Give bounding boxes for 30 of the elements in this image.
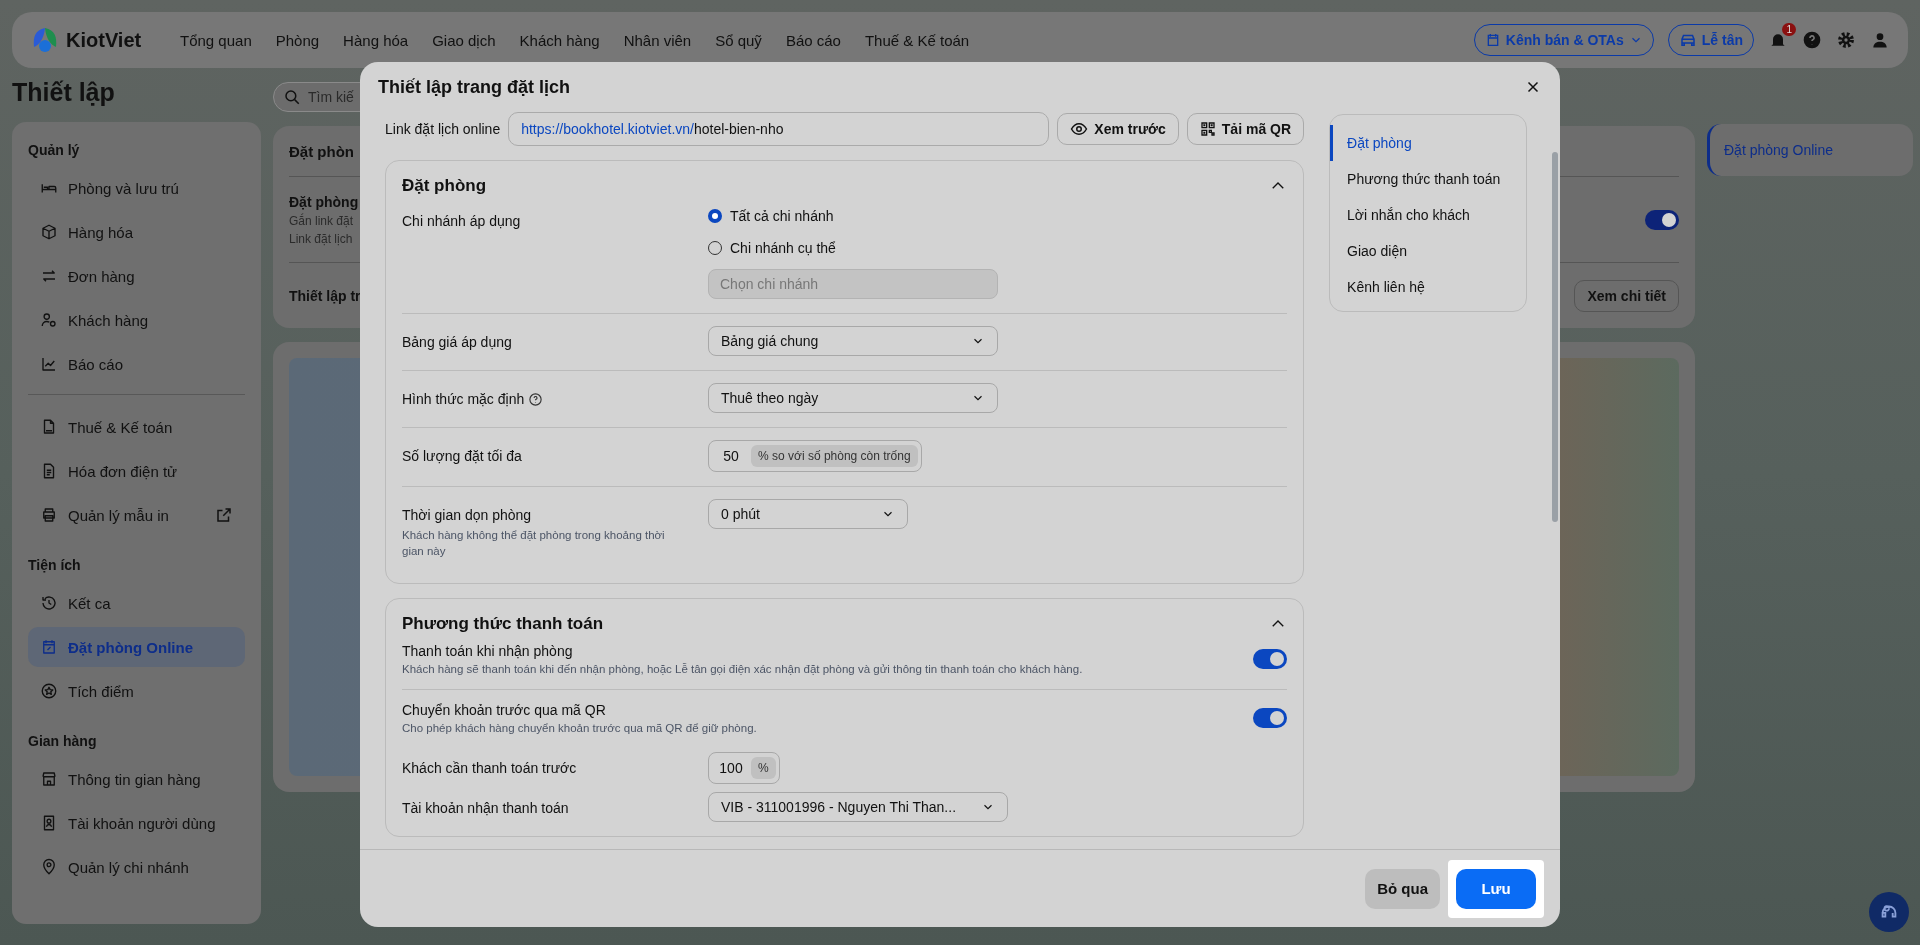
setting-title: Đặt phòng xyxy=(289,193,359,210)
setting-label: Hình thức mặc định xyxy=(402,391,525,407)
setting-label: Bảng giá áp dụng xyxy=(402,334,512,350)
sidebar-section-title: Quản lý xyxy=(28,142,81,158)
unit-label: % so với số phòng còn trống xyxy=(751,445,918,467)
brand-name: KiotViet xyxy=(66,28,142,52)
setting-label: Chuyển khoản trước qua mã QR xyxy=(402,702,607,719)
setting-label: Khách cần thanh toán trước xyxy=(402,760,577,777)
setting-label: Thời gian dọn phòng xyxy=(402,507,532,523)
card-title: Đặt phòn xyxy=(289,142,354,160)
setting-description: Khách hàng sẽ thanh toán khi đến nhận phòng, hoặc Lễ tân gọi điện xác nhận đặt phòng và gửi thông tin thanh toán cho khách hàng. xyxy=(402,663,1083,676)
setting-label: Thanh toán khi nhận phòng xyxy=(402,643,574,660)
field-label: Link đặt lịch online xyxy=(385,121,501,137)
unit-label: % xyxy=(751,757,776,780)
branch-select-field: Chọn chi nhánh xyxy=(708,269,998,299)
setting-label: Chi nhánh áp dụng xyxy=(402,213,521,229)
section-title: Phương thức thanh toán xyxy=(402,614,604,635)
setting-description: Link đặt lịch xyxy=(289,231,354,246)
setting-label: Số lượng đặt tối đa xyxy=(402,448,522,464)
setting-description: Gắn link đặt xyxy=(289,213,355,228)
sidebar-section-title: Tiện ích xyxy=(28,557,82,573)
setting-title: Thiết lập tr xyxy=(289,287,361,304)
sidebar-section-title: Gian hàng xyxy=(28,733,98,749)
setting-description: Cho phép khách hàng chuyển khoản trước qua mã QR để giữ phòng. xyxy=(402,722,757,735)
dialog-title: Thiết lập trang đặt lịch xyxy=(378,76,570,98)
section-title: Đặt phòng xyxy=(402,176,487,196)
notification-count: 1 xyxy=(1782,23,1796,36)
setting-label: Tài khoản nhận thanh toán xyxy=(402,800,569,817)
page-title: Thiết lập xyxy=(12,78,116,108)
setting-description: Khách hàng không thể đặt phòng trong khoảng thời gian này xyxy=(402,528,666,560)
